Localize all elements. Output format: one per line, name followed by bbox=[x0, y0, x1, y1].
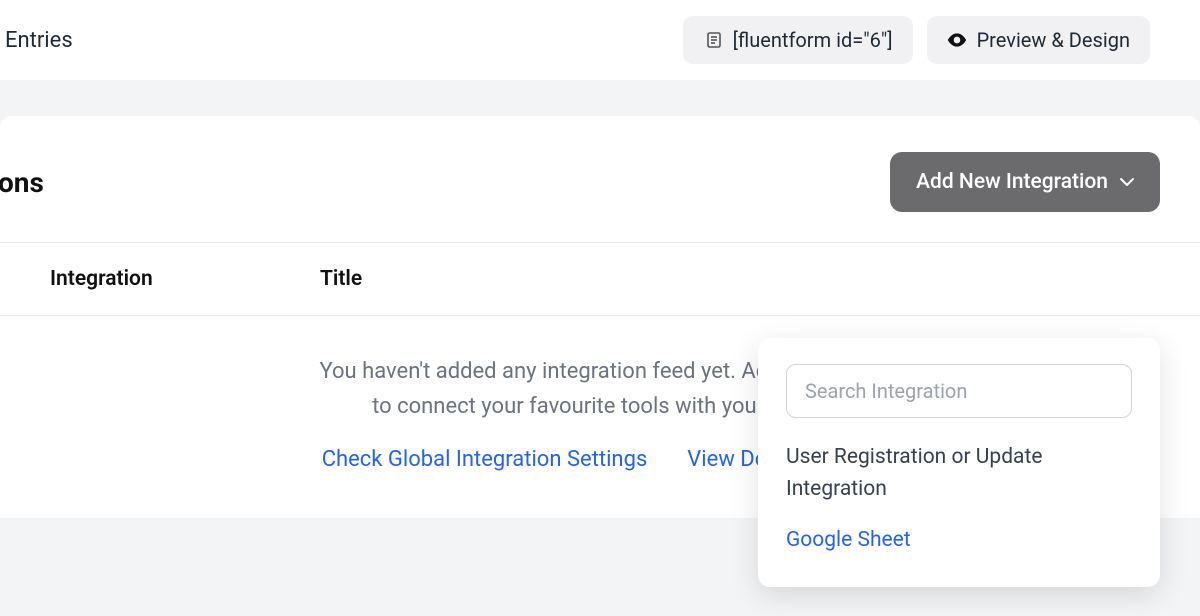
top-right-actions: [fluentform id="6"] Preview & Design bbox=[683, 16, 1150, 64]
global-settings-link[interactable]: Check Global Integration Settings bbox=[322, 442, 648, 477]
dropdown-item-google-sheet[interactable]: Google Sheet bbox=[786, 525, 1132, 557]
add-integration-button[interactable]: Add New Integration bbox=[890, 152, 1160, 212]
copy-icon bbox=[703, 30, 723, 50]
panel-header: ons Add New Integration bbox=[0, 116, 1200, 242]
integrations-panel: ons Add New Integration Integration Titl… bbox=[0, 116, 1200, 518]
column-title: Title bbox=[320, 267, 362, 291]
eye-icon bbox=[947, 33, 967, 47]
tab-entries[interactable]: Entries bbox=[0, 28, 73, 53]
integration-dropdown: User Registration or Update Integration … bbox=[758, 338, 1160, 587]
chevron-down-icon bbox=[1120, 177, 1134, 187]
search-integration-input[interactable] bbox=[786, 364, 1132, 418]
top-bar: Entries [fluentform id="6"] Preview & De… bbox=[0, 0, 1200, 80]
preview-label: Preview & Design bbox=[977, 28, 1130, 52]
table-header: Integration Title bbox=[0, 242, 1200, 316]
dropdown-item-user-registration[interactable]: User Registration or Update Integration bbox=[786, 442, 1132, 505]
shortcode-button[interactable]: [fluentform id="6"] bbox=[683, 16, 913, 64]
add-button-label: Add New Integration bbox=[916, 170, 1108, 194]
panel-title: ons bbox=[0, 166, 44, 199]
shortcode-text: [fluentform id="6"] bbox=[733, 28, 893, 52]
preview-button[interactable]: Preview & Design bbox=[927, 16, 1150, 64]
column-integration: Integration bbox=[0, 267, 320, 291]
